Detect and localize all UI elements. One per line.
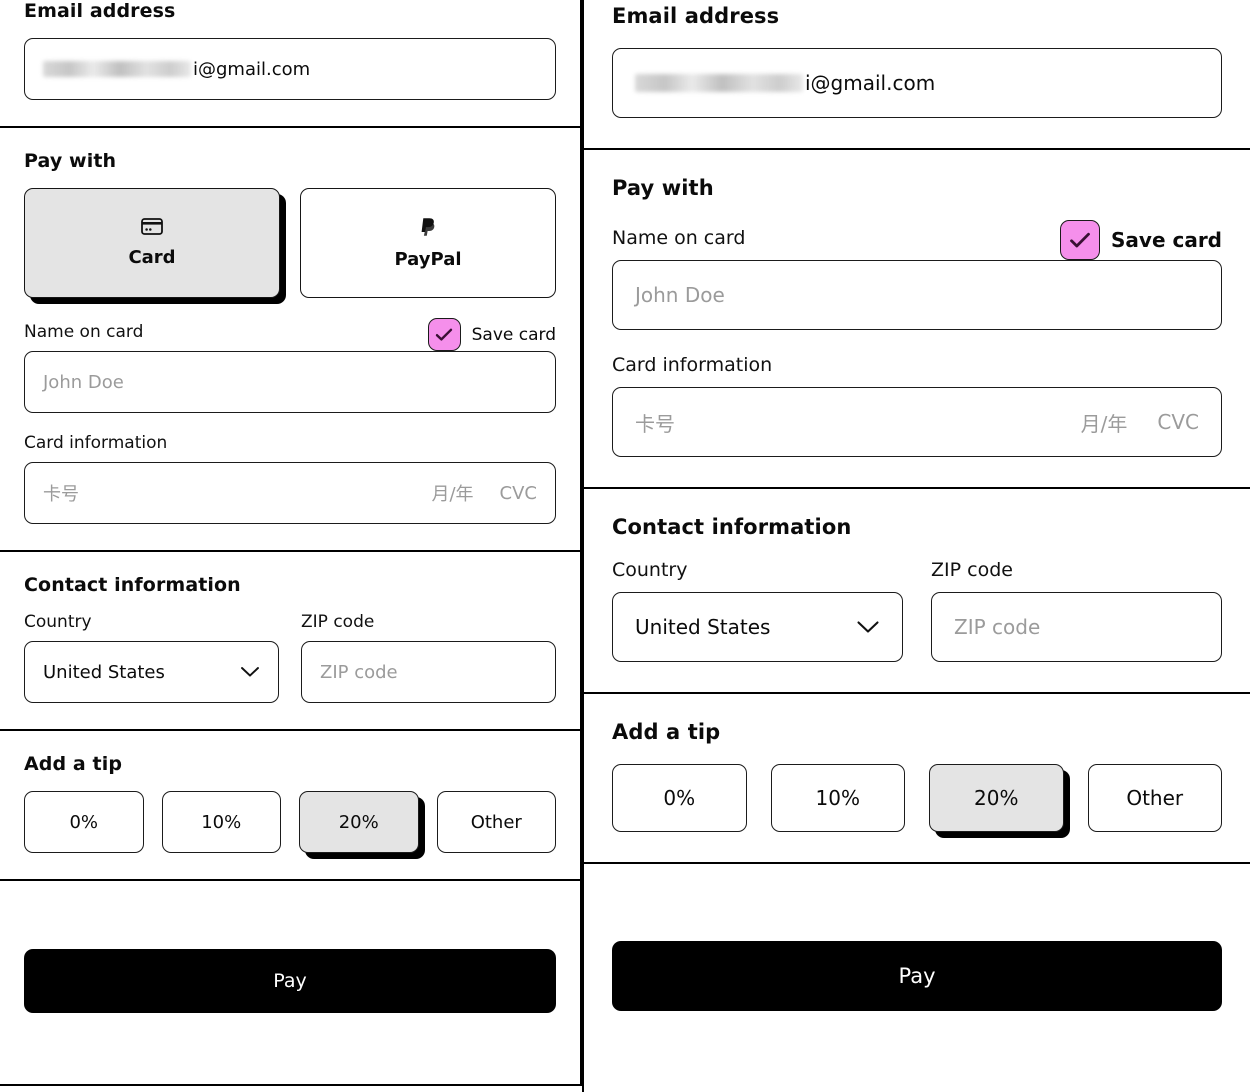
check-icon [435, 328, 453, 342]
email-value-wide: i@gmail.com [635, 71, 935, 95]
card-expiry-placeholder: 月/年 [431, 480, 473, 506]
name-on-card-input-wide[interactable]: John Doe [612, 260, 1222, 330]
email-section: Email address i@gmail.com [0, 0, 580, 128]
name-on-card-input[interactable]: John Doe [24, 351, 556, 413]
save-card-row[interactable]: Save card [428, 318, 556, 351]
country-field: Country United States [24, 612, 279, 703]
zip-code-input[interactable]: ZIP code [301, 641, 556, 703]
payment-method-paypal[interactable]: PayPal [300, 188, 556, 298]
tip-option-other[interactable]: Other [1088, 764, 1223, 832]
tip-option-0[interactable]: 0% [24, 791, 144, 853]
chevron-down-icon [240, 666, 260, 678]
contact-fields-grid-wide: Country United States ZIP code ZIP code [612, 559, 1222, 662]
check-icon [1069, 232, 1091, 249]
tip-option-0[interactable]: 0% [612, 764, 747, 832]
name-on-card-placeholder-wide: John Doe [635, 283, 725, 307]
name-on-card-label: Name on card [24, 322, 143, 342]
tip-section-title: Add a tip [24, 753, 556, 775]
pay-section: Pay [0, 881, 580, 1084]
tip-section: Add a tip 0% 10% 20% Other [0, 731, 580, 881]
redacted-email-icon [43, 61, 191, 77]
email-section-wide: Email address i@gmail.com [584, 0, 1250, 150]
zip-field-wide: ZIP code ZIP code [931, 559, 1222, 662]
card-cvc-placeholder: CVC [500, 483, 537, 504]
card-number-placeholder: 卡号 [43, 480, 79, 506]
tip-option-20[interactable]: 20% [929, 764, 1064, 832]
zip-code-placeholder-wide: ZIP code [954, 615, 1040, 639]
card-cvc-placeholder-wide: CVC [1157, 410, 1199, 434]
email-input[interactable]: i@gmail.com [24, 38, 556, 100]
card-information-input-wide[interactable]: 卡号 月/年 CVC [612, 387, 1222, 457]
name-on-card-label-wide: Name on card [612, 227, 745, 249]
country-selected-value-wide: United States [635, 615, 770, 639]
pay-with-title: Pay with [24, 150, 556, 172]
card-information-input[interactable]: 卡号 月/年 CVC [24, 462, 556, 524]
zip-code-placeholder: ZIP code [320, 662, 398, 683]
pay-button[interactable]: Pay [24, 949, 556, 1013]
email-domain-text-wide: i@gmail.com [805, 71, 935, 95]
country-label-wide: Country [612, 559, 903, 581]
country-selected-value: United States [43, 662, 165, 683]
pay-with-section-wide: Pay with Name on card Save card John Doe… [584, 150, 1250, 489]
pay-with-title-wide: Pay with [612, 176, 1222, 200]
tip-option-10[interactable]: 10% [771, 764, 906, 832]
contact-information-section-wide: Contact information Country United State… [584, 489, 1250, 694]
name-on-card-placeholder: John Doe [43, 372, 124, 393]
tip-options-group: 0% 10% 20% Other [24, 791, 556, 853]
save-card-label-wide: Save card [1111, 228, 1222, 252]
contact-information-title-wide: Contact information [612, 515, 1222, 539]
payment-method-card[interactable]: Card [24, 188, 280, 298]
zip-code-input-wide[interactable]: ZIP code [931, 592, 1222, 662]
save-card-row-wide[interactable]: Save card [1060, 220, 1222, 260]
country-select[interactable]: United States [24, 641, 279, 703]
country-select-wide[interactable]: United States [612, 592, 903, 662]
card-information-label: Card information [24, 433, 556, 453]
responsive-checkout-comparison: Email address i@gmail.com Pay with [0, 0, 1250, 1092]
contact-information-section: Contact information Country United State… [0, 552, 580, 731]
checkout-panel-wide: Email address i@gmail.com Pay with Name … [582, 0, 1250, 1092]
card-extra-fields-wide: 月/年 CVC [1081, 408, 1199, 437]
tip-options-group-wide: 0% 10% 20% Other [612, 764, 1222, 832]
payment-method-group: Card PayPal [24, 188, 556, 298]
payment-method-card-label: Card [128, 247, 175, 268]
email-section-title: Email address [24, 0, 556, 22]
save-card-label: Save card [472, 325, 556, 345]
email-domain-text: i@gmail.com [193, 59, 310, 80]
pay-with-section: Pay with Card [0, 128, 580, 552]
email-value: i@gmail.com [43, 59, 310, 80]
card-number-placeholder-wide: 卡号 [635, 408, 675, 437]
country-field-wide: Country United States [612, 559, 903, 662]
paypal-icon [419, 217, 438, 237]
checkout-panel-narrow: Email address i@gmail.com Pay with [0, 0, 582, 1086]
zip-code-label-wide: ZIP code [931, 559, 1222, 581]
chevron-down-icon [856, 620, 880, 634]
email-input-wide[interactable]: i@gmail.com [612, 48, 1222, 118]
tip-option-20[interactable]: 20% [299, 791, 419, 853]
pay-section-wide: Pay [584, 864, 1250, 1092]
card-extra-fields: 月/年 CVC [431, 480, 537, 506]
tip-section-title-wide: Add a tip [612, 720, 1222, 744]
zip-code-label: ZIP code [301, 612, 556, 632]
tip-option-other[interactable]: Other [437, 791, 557, 853]
credit-card-icon [141, 218, 163, 235]
contact-fields-grid: Country United States ZIP code ZIP code [24, 612, 556, 703]
tip-section-wide: Add a tip 0% 10% 20% Other [584, 694, 1250, 864]
tip-option-10[interactable]: 10% [162, 791, 282, 853]
save-card-checkbox[interactable] [1060, 220, 1100, 260]
redacted-email-icon [635, 74, 803, 92]
payment-method-paypal-label: PayPal [394, 249, 461, 270]
country-label: Country [24, 612, 279, 632]
pay-button[interactable]: Pay [612, 941, 1222, 1011]
card-expiry-placeholder-wide: 月/年 [1081, 408, 1128, 437]
email-section-title-wide: Email address [612, 4, 1222, 28]
name-on-card-header-row-wide: Name on card Save card [612, 220, 1222, 260]
zip-field: ZIP code ZIP code [301, 612, 556, 703]
save-card-checkbox[interactable] [428, 318, 461, 351]
name-on-card-header-row: Name on card Save card [24, 318, 556, 351]
card-information-label-wide: Card information [612, 354, 1222, 376]
contact-information-title: Contact information [24, 574, 556, 596]
